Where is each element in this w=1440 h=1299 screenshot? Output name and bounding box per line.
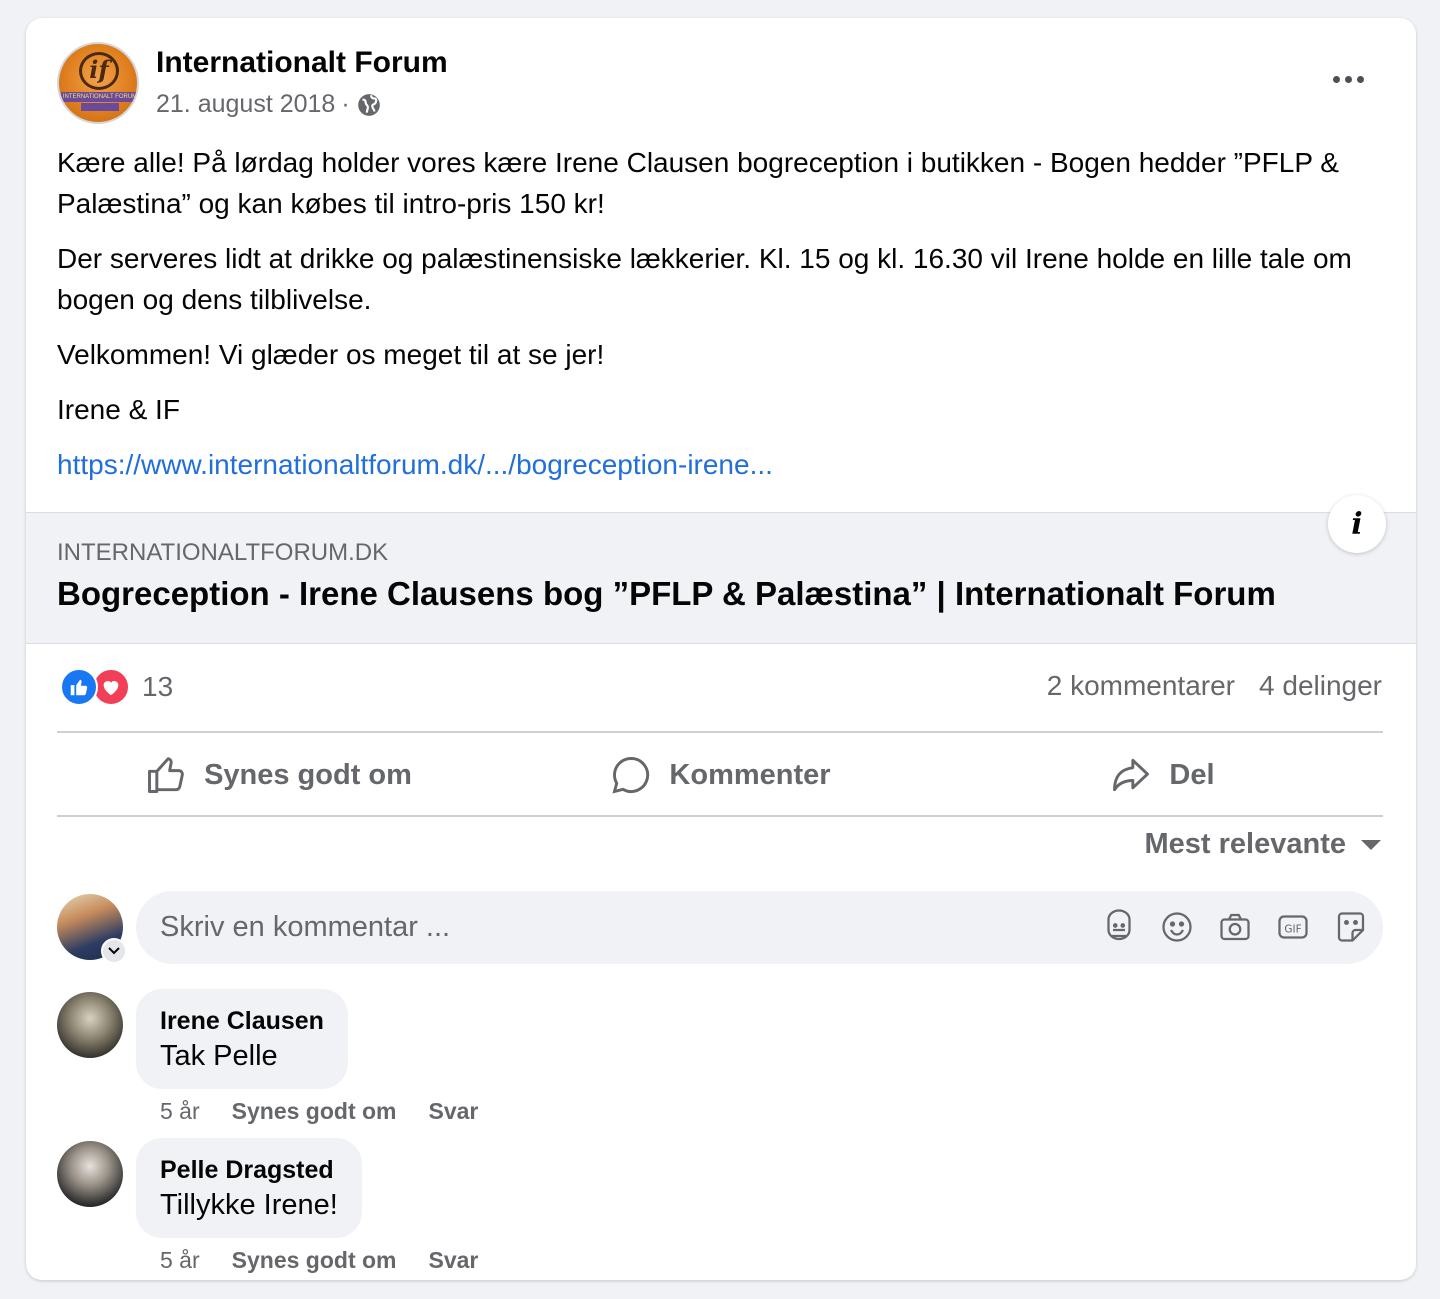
comment-button-label: Kommenter xyxy=(669,758,831,791)
current-user-avatar[interactable] xyxy=(57,894,127,964)
post-date[interactable]: 21. august 2018 xyxy=(156,90,335,119)
comment-age[interactable]: 5 år xyxy=(160,1098,200,1125)
more-options-button[interactable] xyxy=(1326,64,1370,94)
meta-separator: · xyxy=(341,90,350,118)
comment-count-link[interactable]: 2 kommentarer xyxy=(1047,670,1235,702)
comment-button[interactable]: Kommenter xyxy=(499,734,941,816)
more-dot-icon xyxy=(1344,75,1352,83)
profile-switch-badge[interactable] xyxy=(101,938,127,964)
emoji-icon[interactable] xyxy=(1159,909,1195,945)
preview-title[interactable]: Bogreception - Irene Clausens bog ”PFLP … xyxy=(57,575,1276,613)
share-arrow-icon xyxy=(1113,758,1150,792)
page-logo-mark: if xyxy=(79,52,119,90)
comment-reply-link[interactable]: Svar xyxy=(429,1247,479,1274)
comment-reply-link[interactable]: Svar xyxy=(429,1098,479,1125)
like-reaction-icon xyxy=(60,668,98,706)
share-button-label: Del xyxy=(1169,758,1215,791)
comment-author[interactable]: Pelle Dragsted xyxy=(160,1154,338,1186)
chevron-down-icon xyxy=(108,947,120,955)
camera-icon[interactable] xyxy=(1217,909,1253,945)
svg-text:GIF: GIF xyxy=(1284,923,1301,935)
thumbs-up-icon xyxy=(148,757,184,793)
post-card: if INTERNATIONALT FORUM Internationalt F… xyxy=(26,18,1416,1280)
comment-text: Tillykke Irene! xyxy=(160,1189,338,1221)
comment-age[interactable]: 5 år xyxy=(160,1247,200,1274)
post-body: Kære alle! På lørdag holder vores kære I… xyxy=(57,142,1377,485)
action-bar: Synes godt om Kommenter Del xyxy=(57,734,1383,816)
info-button[interactable]: i xyxy=(1328,495,1386,553)
post-paragraph: Velkommen! Vi glæder os meget til at se … xyxy=(57,339,605,370)
like-button-label: Synes godt om xyxy=(204,758,412,791)
composer-tools: GIF xyxy=(1101,909,1369,945)
comment-like-link[interactable]: Synes godt om xyxy=(232,1247,397,1274)
engagement-counts: 2 kommentarer 4 delinger xyxy=(1047,670,1382,702)
link-preview[interactable]: INTERNATIONALTFORUM.DK Bogreception - Ir… xyxy=(26,495,1416,644)
sort-label: Mest relevante xyxy=(1144,828,1347,860)
comment-like-link[interactable]: Synes godt om xyxy=(232,1098,397,1125)
info-icon: i xyxy=(1351,506,1363,542)
preview-domain: INTERNATIONALTFORUM.DK xyxy=(57,539,389,566)
comment-bubble-icon xyxy=(612,757,650,794)
caret-down-icon xyxy=(1361,839,1381,850)
comment-bubble: Pelle Dragsted Tillykke Irene! xyxy=(136,1138,362,1238)
comment-bubble: Irene Clausen Tak Pelle xyxy=(136,989,348,1089)
reactions-summary[interactable]: 13 xyxy=(60,668,173,706)
comment-meta: 5 år Synes godt om Svar xyxy=(160,1247,478,1274)
divider xyxy=(57,815,1383,817)
comment-author[interactable]: Irene Clausen xyxy=(160,1005,324,1037)
more-dot-icon xyxy=(1356,75,1364,83)
share-count-link[interactable]: 4 delinger xyxy=(1259,670,1382,702)
comment-input[interactable] xyxy=(160,891,1060,964)
sticker-icon[interactable] xyxy=(1333,909,1369,945)
commenter-avatar[interactable] xyxy=(57,992,123,1058)
gif-icon[interactable]: GIF xyxy=(1275,909,1311,945)
post-paragraph: Irene & IF xyxy=(57,394,180,425)
post-paragraph: Der serveres lidt at drikke og palæstine… xyxy=(57,243,1352,315)
page-avatar[interactable]: if INTERNATIONALT FORUM xyxy=(57,42,139,124)
more-dot-icon xyxy=(1332,75,1340,83)
like-button[interactable]: Synes godt om xyxy=(57,734,499,816)
post-url-link[interactable]: https://www.internationaltforum.dk/.../b… xyxy=(57,449,773,480)
page-name-link[interactable]: Internationalt Forum xyxy=(156,46,448,80)
post-paragraph: Kære alle! På lørdag holder vores kære I… xyxy=(57,147,1339,219)
comment-composer: GIF xyxy=(136,891,1383,964)
globe-icon xyxy=(357,93,380,116)
share-button[interactable]: Del xyxy=(941,734,1383,816)
comment-sort-dropdown[interactable]: Mest relevante xyxy=(1145,828,1383,861)
divider xyxy=(57,731,1383,733)
comment-meta: 5 år Synes godt om Svar xyxy=(160,1098,478,1125)
page-logo-band-lower xyxy=(81,103,119,111)
post-meta: 21. august 2018 · xyxy=(156,90,382,119)
page-logo-band: INTERNATIONALT FORUM xyxy=(61,92,138,102)
commenter-avatar[interactable] xyxy=(57,1141,123,1207)
reaction-count: 13 xyxy=(142,671,174,702)
comment-text: Tak Pelle xyxy=(160,1040,278,1072)
avatar-sticker-icon[interactable] xyxy=(1101,909,1137,945)
